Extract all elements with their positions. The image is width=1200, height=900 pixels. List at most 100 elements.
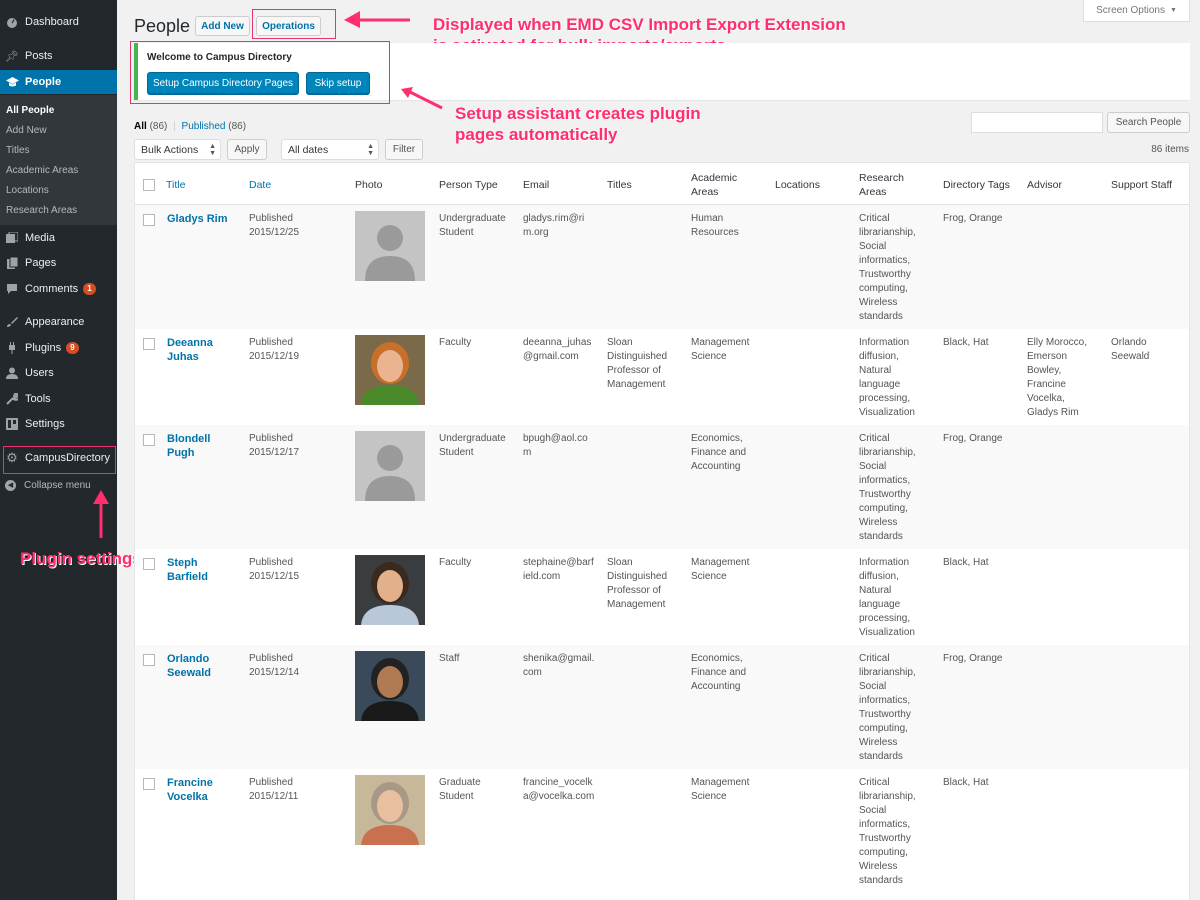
menu-media[interactable]: Media (0, 227, 117, 249)
menu-settings[interactable]: Settings (0, 413, 117, 435)
menu-users[interactable]: Users (0, 362, 117, 384)
cell-research[interactable]: Critical librarianship, Social informati… (859, 652, 931, 764)
submenu-titles[interactable]: Titles (6, 145, 30, 156)
post-status: Published (249, 653, 293, 664)
post-status: Published (249, 337, 293, 348)
cell-titles[interactable]: Sloan Distinguished Professor of Managem… (607, 336, 677, 392)
menu-plugins[interactable]: Plugins 9 (0, 337, 117, 359)
submenu-research-areas[interactable]: Research Areas (6, 205, 77, 216)
caret-down-icon: ▼ (1170, 7, 1177, 14)
row-checkbox[interactable] (143, 654, 155, 666)
person-name-link[interactable]: Steph Barfield (167, 556, 237, 584)
submenu-add-new[interactable]: Add New (6, 125, 47, 136)
date-filter-select[interactable]: All dates ▲ ▼ (281, 139, 379, 160)
cell-tags[interactable]: Frog, Orange (943, 212, 1018, 226)
cell-titles[interactable]: Sloan Distinguished Professor of Managem… (607, 556, 677, 612)
cell-research[interactable]: Critical librarianship, Social informati… (859, 432, 931, 544)
column-date[interactable]: Date (249, 178, 271, 192)
filter-all-count: (86) (149, 121, 168, 132)
cell-academic[interactable]: Management Science (691, 336, 761, 364)
menu-label: Pages (25, 257, 57, 269)
pushpin-icon: 📌︎ (5, 50, 19, 63)
post-date: 2015/12/14 (249, 667, 300, 678)
table-row: Deeanna Juhas Published 2015/12/19 Faculty d… (135, 329, 1189, 425)
menu-tools[interactable]: Tools (0, 388, 117, 410)
cell-type: Undergraduate Student (439, 213, 506, 238)
filter-published[interactable]: Published (182, 121, 226, 132)
table-row: Blondell Pugh Published 2015/12/17 Undergra… (135, 425, 1189, 549)
comment-icon (5, 282, 19, 296)
menu-comments[interactable]: Comments 1 (0, 278, 117, 300)
post-status: Published (249, 433, 293, 444)
menu-label: People (25, 76, 62, 88)
cell-tags[interactable]: Black, Hat (943, 336, 1018, 350)
submenu-academic-areas[interactable]: Academic Areas (6, 165, 78, 176)
search-people-button[interactable]: Search People (1107, 112, 1190, 133)
cell-advisor[interactable]: Elly Morocco, Emerson Bowley, Francine V… (1027, 336, 1095, 420)
post-date: 2015/12/17 (249, 447, 300, 458)
cell-type: Staff (439, 653, 460, 664)
arrow-up-annotation (93, 490, 109, 538)
row-checkbox[interactable] (143, 214, 155, 226)
post-date: 2015/12/15 (249, 571, 300, 582)
filter-published-count: (86) (228, 121, 247, 132)
menu-people[interactable]: People (0, 70, 117, 94)
cell-tags[interactable]: Frog, Orange (943, 432, 1018, 446)
cell-research[interactable]: Critical librarianship, Social informati… (859, 776, 931, 888)
menu-label: Posts (25, 50, 53, 62)
cell-academic[interactable]: Economics, Finance and Accounting (691, 652, 761, 694)
search-input[interactable] (971, 112, 1103, 133)
person-name-link[interactable]: Francine Vocelka (167, 776, 237, 804)
row-checkbox[interactable] (143, 778, 155, 790)
cell-research[interactable]: Critical librarianship, Social informati… (859, 212, 931, 324)
person-name-link[interactable]: Deeanna Juhas (167, 336, 237, 364)
menu-appearance[interactable]: Appearance (0, 311, 117, 333)
cell-email: francine_vocelka@vocelka.com (523, 777, 595, 802)
person-name-link[interactable]: Orlando Seewald (167, 652, 237, 680)
filter-separator: | (173, 121, 176, 132)
row-checkbox[interactable] (143, 558, 155, 570)
post-status: Published (249, 213, 293, 224)
cell-email: deeanna_juhas@gmail.com (523, 337, 592, 362)
post-date: 2015/12/19 (249, 351, 300, 362)
column-advisor: Advisor (1027, 179, 1063, 191)
submenu-locations[interactable]: Locations (6, 185, 49, 196)
cell-academic[interactable]: Human Resources (691, 212, 761, 240)
filter-all[interactable]: All (134, 121, 147, 132)
row-checkbox[interactable] (143, 434, 155, 446)
screen-options-button[interactable]: Screen Options ▼ (1083, 0, 1190, 22)
row-checkbox[interactable] (143, 338, 155, 350)
person-photo (355, 431, 425, 501)
menu-dashboard[interactable]: Dashboard (0, 11, 117, 33)
column-title[interactable]: Title (166, 178, 185, 192)
cell-tags[interactable]: Frog, Orange (943, 652, 1018, 666)
filter-button[interactable]: Filter (385, 139, 423, 160)
page-title: People (134, 16, 191, 36)
plugin-settings-annotation: Plugin settings (20, 549, 142, 568)
cell-academic[interactable]: Management Science (691, 556, 761, 584)
submenu-all-people[interactable]: All People (6, 105, 54, 116)
arrow-left-annotation (344, 11, 410, 28)
cell-type: Graduate Student (439, 777, 481, 802)
apply-button[interactable]: Apply (227, 139, 267, 160)
post-status: Published (249, 777, 293, 788)
cell-research[interactable]: Information diffusion, Natural language … (859, 336, 931, 420)
menu-posts[interactable]: 📌︎ Posts (0, 45, 117, 67)
cell-staff[interactable]: Orlando Seewald (1111, 336, 1179, 364)
cell-tags[interactable]: Black, Hat (943, 556, 1018, 570)
select-all-checkbox[interactable] (143, 179, 155, 191)
person-name-link[interactable]: Gladys Rim (167, 212, 237, 226)
cell-academic[interactable]: Management Science (691, 776, 761, 804)
arrow-upleft-annotation (401, 87, 443, 110)
cell-tags[interactable]: Black, Hat (943, 776, 1018, 790)
person-photo (355, 211, 425, 281)
bulk-actions-select[interactable]: Bulk Actions ▲ ▼ (134, 139, 221, 160)
menu-pages[interactable]: Pages (0, 252, 117, 274)
column-person-type: Person Type (439, 179, 498, 191)
person-name-link[interactable]: Blondell Pugh (167, 432, 237, 460)
cell-research[interactable]: Information diffusion, Natural language … (859, 556, 931, 640)
collapse-label: Collapse menu (24, 479, 91, 491)
cell-academic[interactable]: Economics, Finance and Accounting (691, 432, 761, 474)
add-new-button[interactable]: Add New (195, 16, 250, 36)
cell-email: gladys.rim@rim.org (523, 213, 585, 238)
